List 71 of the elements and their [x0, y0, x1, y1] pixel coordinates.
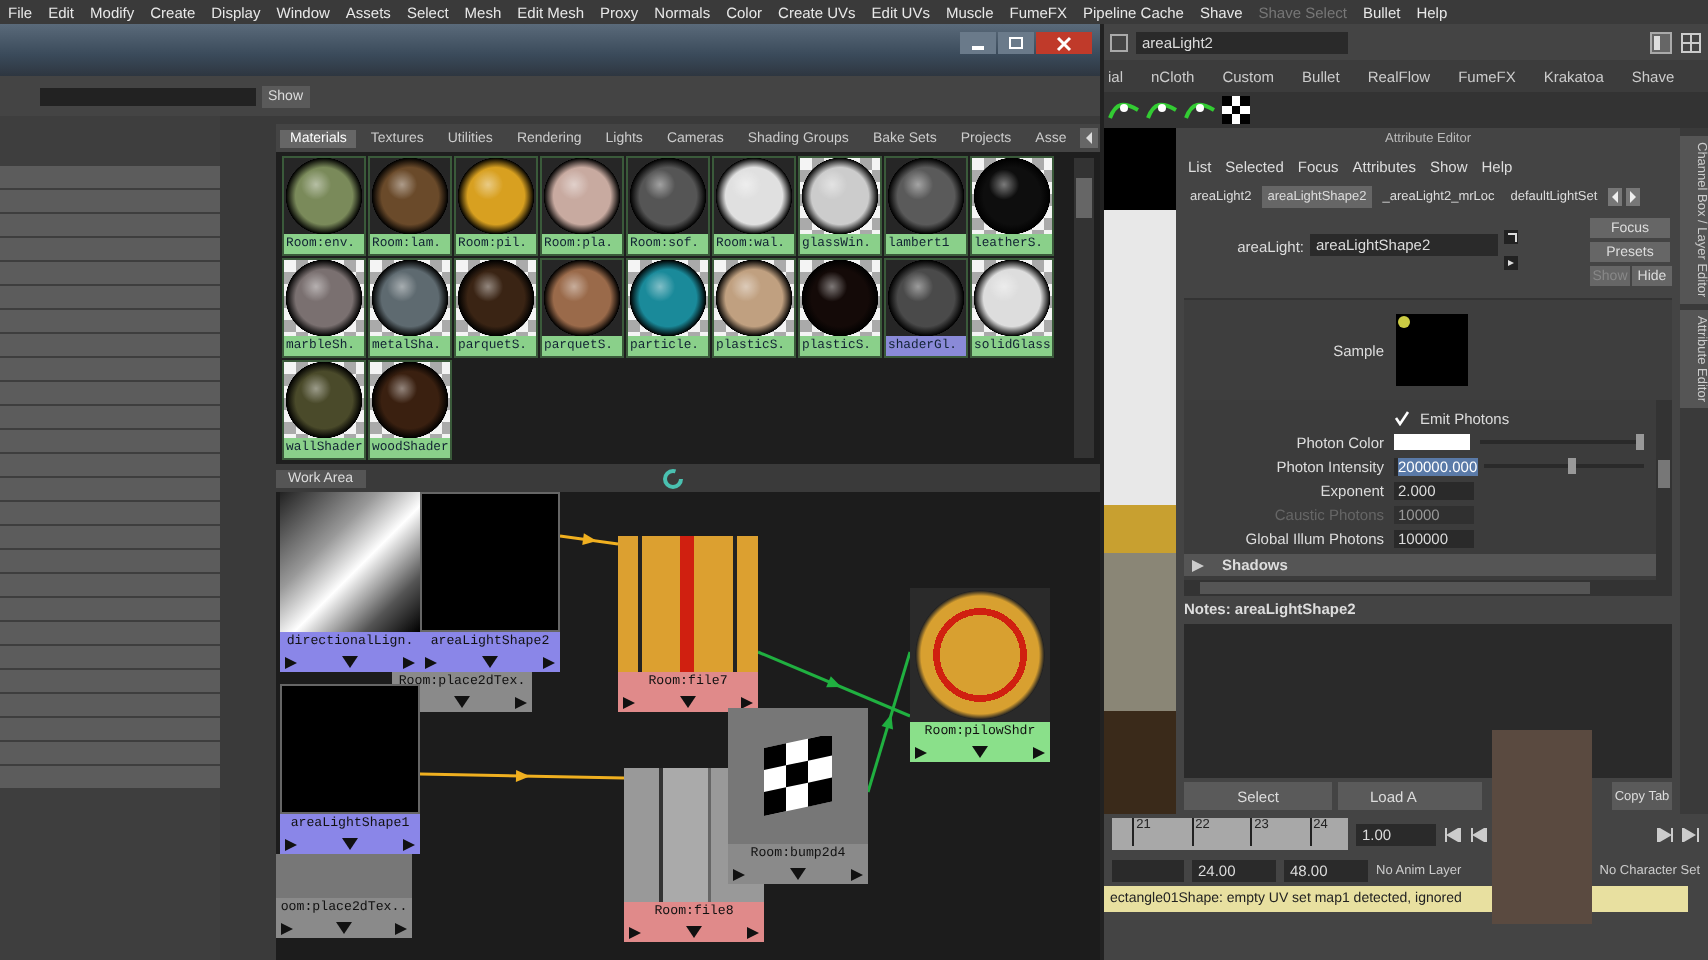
input-arrow-icon[interactable] [1504, 230, 1518, 244]
material-swatch[interactable] [972, 260, 1052, 337]
material-swatch[interactable] [370, 158, 450, 235]
slider-thumb[interactable] [1635, 434, 1644, 450]
arrow-left-icon[interactable] [1607, 187, 1622, 205]
caret-down-icon[interactable] [482, 656, 498, 668]
material-swatch[interactable] [284, 260, 364, 337]
curve-icon[interactable] [1184, 98, 1216, 122]
node-swatch [618, 536, 758, 672]
material-swatch[interactable] [886, 260, 966, 337]
close-button[interactable] [1036, 32, 1092, 54]
caret-icon[interactable] [1192, 559, 1206, 571]
search-field[interactable] [40, 87, 256, 105]
material-swatch[interactable] [370, 362, 450, 439]
material-swatch[interactable] [628, 158, 708, 235]
material-swatch[interactable] [456, 260, 536, 337]
material-swatch[interactable] [800, 158, 880, 235]
maximize-button[interactable] [998, 32, 1034, 54]
caret-down-icon[interactable] [342, 656, 358, 668]
arrow-right-icon[interactable] [1625, 187, 1640, 205]
checkbox[interactable] [1394, 410, 1410, 426]
start-frame-field[interactable] [1112, 859, 1184, 881]
node-swatch [280, 492, 420, 632]
light-sample-swatch [1396, 314, 1468, 386]
material-swatch[interactable] [628, 260, 708, 337]
material-swatch[interactable] [370, 260, 450, 337]
notes-field[interactable] [1184, 624, 1672, 778]
material-swatch[interactable] [714, 260, 794, 337]
caret-down-icon[interactable] [336, 922, 352, 934]
loading-spinner-icon [661, 467, 684, 489]
caret-down-icon[interactable] [686, 926, 702, 938]
node-swatch [280, 684, 420, 814]
skip-end-icon[interactable] [1682, 827, 1700, 841]
material-swatch[interactable] [456, 158, 536, 235]
material-swatch[interactable] [714, 158, 794, 235]
node-swatch [276, 854, 412, 898]
grid-icon[interactable] [1680, 31, 1702, 53]
caret-down-icon[interactable] [972, 746, 988, 758]
material-swatch[interactable] [284, 158, 364, 235]
material-swatch[interactable] [972, 158, 1052, 235]
step-forward-icon[interactable] [1656, 827, 1674, 841]
color-swatch[interactable] [1394, 434, 1470, 450]
scrollbar[interactable] [1656, 400, 1672, 596]
caret-down-icon[interactable] [342, 838, 358, 850]
skip-start-icon[interactable] [1444, 827, 1462, 841]
checker-icon[interactable] [1222, 96, 1250, 124]
connection-arrow [559, 533, 619, 546]
scrollbar[interactable] [1184, 580, 1656, 596]
arrow-left-icon[interactable] [1080, 128, 1099, 148]
caret-down-icon[interactable] [454, 696, 470, 708]
panel-icon[interactable] [1650, 31, 1672, 53]
caret-down-icon[interactable] [680, 696, 696, 708]
scrollbar[interactable] [1074, 158, 1094, 458]
material-swatch[interactable] [542, 260, 622, 337]
caret-down-icon[interactable] [790, 868, 806, 880]
curve-icon[interactable] [1108, 98, 1140, 122]
output-arrow-icon[interactable] [1504, 256, 1518, 270]
material-swatch[interactable] [542, 158, 622, 235]
node-swatch [728, 708, 868, 844]
material-swatch[interactable] [800, 260, 880, 337]
curve-icon[interactable] [1146, 98, 1178, 122]
maximize-icon[interactable] [1008, 36, 1024, 50]
step-back-icon[interactable] [1470, 827, 1488, 841]
close-icon[interactable] [1056, 35, 1072, 51]
node-swatch [420, 492, 560, 632]
material-swatch[interactable] [886, 158, 966, 235]
node-swatch [910, 588, 1050, 722]
square-icon[interactable] [1110, 33, 1128, 51]
minimize-button[interactable] [960, 32, 996, 54]
slider-thumb[interactable] [1568, 458, 1576, 474]
material-swatch[interactable] [284, 362, 364, 439]
